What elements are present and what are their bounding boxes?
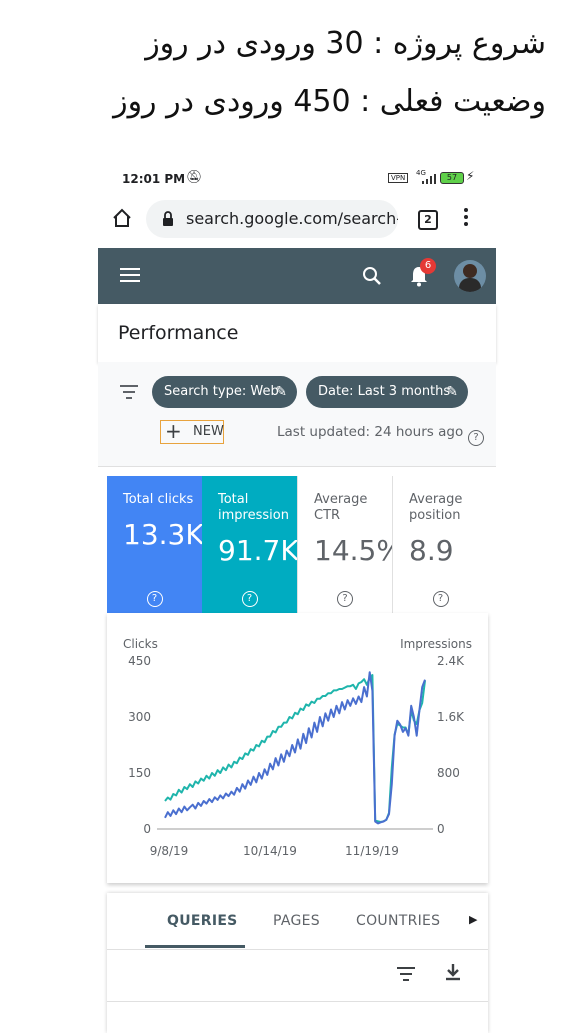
- url-text: search.google.com/search-: [186, 209, 398, 228]
- metric-help-icon[interactable]: ?: [298, 590, 392, 607]
- metric-value: 13.3K: [123, 518, 202, 551]
- search-type-chip[interactable]: Search type: Web ✎: [152, 376, 297, 408]
- metric-help-icon[interactable]: ?: [393, 590, 488, 607]
- search-type-label: Search type: Web: [164, 384, 279, 399]
- scroll-tabs-right-icon[interactable]: ▶: [469, 913, 477, 926]
- metric-tile[interactable]: Total impression 91.7K?: [202, 476, 297, 613]
- left-axis-tick-label: 300: [128, 710, 151, 724]
- metric-value: 14.5%: [314, 534, 392, 567]
- right-axis-tick-label: 0: [437, 822, 445, 836]
- right-axis-tick-label: 800: [437, 766, 460, 780]
- tab-switcher-button[interactable]: 2: [418, 210, 438, 230]
- series-line-clicks: [164, 671, 426, 825]
- edit-pencil-icon: ✎: [275, 384, 287, 400]
- x-axis-tick-label: 11/19/19: [345, 844, 399, 858]
- notification-count-badge: 6: [420, 258, 436, 274]
- x-axis-tick-label: 9/8/19: [150, 844, 189, 858]
- metric-label: Average position: [409, 492, 463, 523]
- home-icon[interactable]: [112, 208, 132, 228]
- metric-value: 91.7K: [218, 534, 297, 567]
- metric-value: 8.9: [409, 534, 454, 567]
- date-range-label: Date: Last 3 months: [318, 384, 451, 399]
- table-filter-icon[interactable]: [397, 967, 415, 981]
- metric-help-icon[interactable]: ?: [202, 590, 297, 607]
- caption-line-2: وضعیت فعلی : 450 ورودی در روز: [113, 84, 546, 119]
- tab-countries[interactable]: COUNTRIES: [356, 913, 440, 929]
- url-field[interactable]: search.google.com/search-: [146, 200, 398, 238]
- metric-label: Average CTR: [314, 492, 368, 523]
- status-time: 12:01 PM: [122, 172, 186, 186]
- metric-tile[interactable]: Average position 8.9?: [392, 476, 488, 613]
- filter-icon[interactable]: [120, 385, 138, 399]
- last-updated-text: Last updated: 24 hours ago: [277, 424, 464, 440]
- right-axis-tick-label: 2.4K: [437, 654, 465, 668]
- filters-bar: Search type: Web ✎ Date: Last 3 months ✎…: [98, 362, 496, 467]
- date-range-chip[interactable]: Date: Last 3 months ✎: [306, 376, 468, 408]
- vpn-icon: VPN: [388, 173, 409, 183]
- signal-icon: [422, 174, 436, 184]
- new-filter-label: NEW: [193, 424, 224, 439]
- performance-header: Performance: [98, 304, 496, 362]
- table-header-divider: [107, 1001, 488, 1002]
- metric-label: Total impression: [218, 492, 289, 523]
- plus-icon: +: [165, 419, 182, 443]
- left-axis-title: Clicks: [123, 637, 158, 651]
- active-tab-indicator: [145, 945, 245, 948]
- metric-label: Total clicks: [123, 492, 194, 507]
- status-bar: 12:01 PM 🔕︎ VPN 4G 57 ⚡︎: [98, 168, 496, 192]
- help-icon[interactable]: ?: [468, 425, 484, 446]
- metrics-row: Total clicks 13.3K? Total impression 91.7K?…: [107, 476, 488, 613]
- performance-chart: Clicks Impressions 450 300 150 0 2.4K 1.6K 800 0 9…: [123, 637, 472, 858]
- hamburger-menu-icon[interactable]: [120, 268, 140, 282]
- metric-tile[interactable]: Total clicks 13.3K?: [107, 476, 202, 613]
- search-icon[interactable]: [362, 266, 382, 286]
- charging-icon: ⚡︎: [466, 169, 475, 183]
- dimension-tabs-card: QUERIES PAGES COUNTRIES ▶: [107, 893, 488, 1033]
- metric-help-icon[interactable]: ?: [107, 590, 202, 607]
- mute-icon: 🔕︎: [186, 170, 203, 185]
- metric-tile[interactable]: Average CTR 14.5%?: [297, 476, 392, 613]
- user-avatar[interactable]: [454, 260, 486, 292]
- browser-menu-icon[interactable]: [462, 206, 470, 232]
- left-axis-tick-label: 450: [128, 654, 151, 668]
- right-axis-tick-label: 1.6K: [437, 710, 465, 724]
- left-axis-tick-label: 150: [128, 766, 151, 780]
- caption-line-1: شروع پروژه : 30 ورودی در روز: [145, 26, 546, 61]
- app-bar: 6: [98, 248, 496, 304]
- x-axis-tick-label: 10/14/19: [243, 844, 297, 858]
- tab-queries[interactable]: QUERIES: [167, 913, 238, 929]
- battery-icon: 57: [440, 172, 464, 184]
- performance-chart-card: Clicks Impressions 450 300 150 0 2.4K 1.6K 800 0 9…: [107, 613, 488, 883]
- tabs-divider: [107, 949, 488, 950]
- browser-address-bar: search.google.com/search- 2: [98, 196, 496, 244]
- download-icon[interactable]: [445, 963, 461, 981]
- left-axis-tick-label: 0: [143, 822, 151, 836]
- lock-icon: [163, 211, 173, 226]
- edit-pencil-icon: ✎: [446, 384, 458, 400]
- page-title: Performance: [118, 322, 239, 344]
- new-filter-button[interactable]: + NEW: [160, 420, 224, 444]
- tab-pages[interactable]: PAGES: [273, 913, 320, 929]
- right-axis-title: Impressions: [400, 637, 472, 651]
